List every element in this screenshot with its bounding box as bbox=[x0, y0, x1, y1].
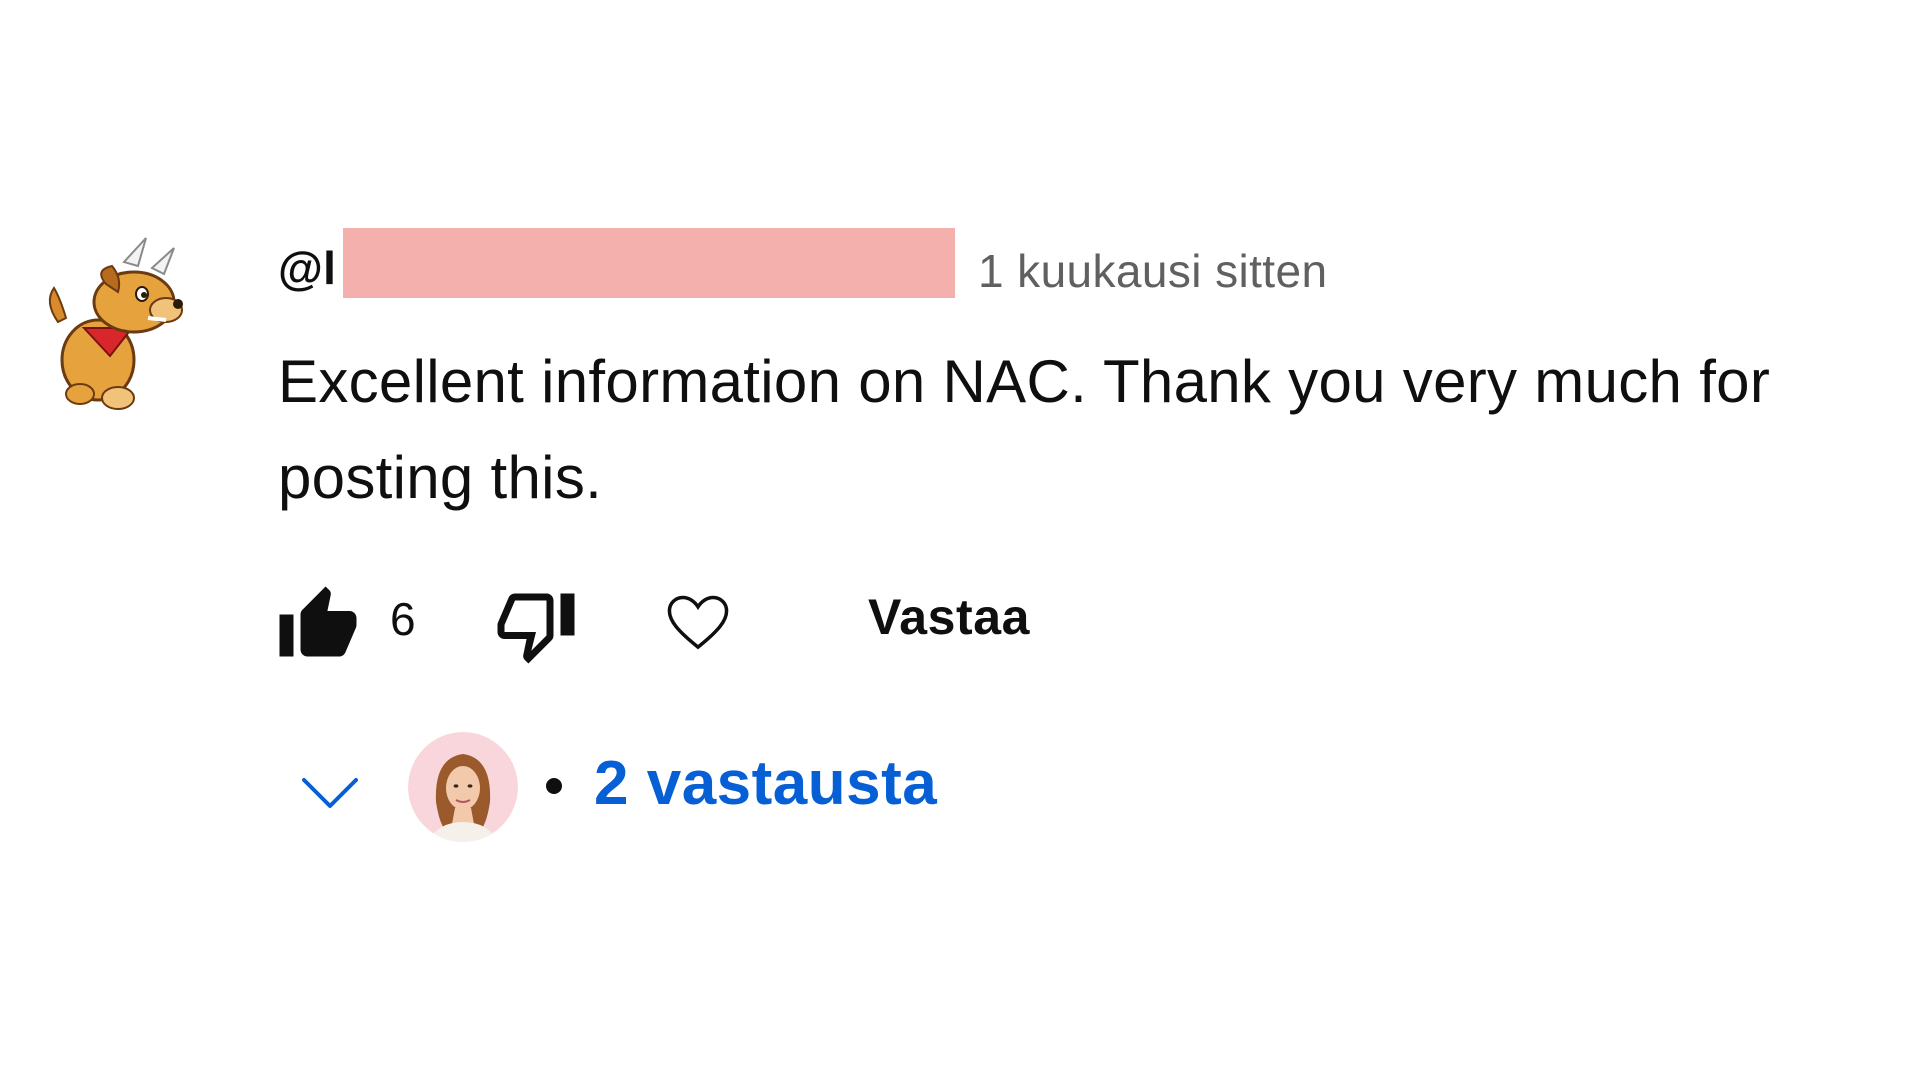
cartoon-dog-icon bbox=[16, 234, 208, 426]
chevron-down-icon bbox=[302, 778, 358, 808]
heart-button[interactable] bbox=[658, 582, 738, 662]
thumbs-up-filled-icon bbox=[279, 586, 357, 657]
comment-timestamp[interactable]: 1 kuukausi sitten bbox=[978, 244, 1327, 298]
replier-avatar[interactable] bbox=[408, 732, 518, 842]
comment-text: Excellent information on NAC. Thank you … bbox=[278, 348, 1771, 511]
author-handle-prefix: @ bbox=[278, 242, 324, 294]
author-handle-initial: l bbox=[323, 242, 337, 294]
author-redaction bbox=[343, 228, 955, 298]
dislike-button[interactable] bbox=[486, 580, 586, 670]
comment-actions: 6 Vastaa bbox=[268, 580, 1268, 680]
author-handle[interactable]: @l bbox=[278, 241, 336, 295]
person-avatar-icon bbox=[408, 732, 518, 842]
heart-outline-icon bbox=[667, 595, 729, 650]
comment-thread: @l 1 kuukausi sitten Excellent informati… bbox=[0, 0, 1920, 1080]
reply-button[interactable]: Vastaa bbox=[868, 588, 1030, 646]
replies-toggle[interactable]: 2 vastausta bbox=[298, 726, 1098, 846]
author-avatar[interactable] bbox=[14, 232, 210, 428]
canvas: @l 1 kuukausi sitten Excellent informati… bbox=[0, 0, 1920, 1080]
comment-header: @l 1 kuukausi sitten bbox=[278, 228, 1327, 298]
thumbs-down-outline-icon bbox=[497, 593, 575, 664]
like-button[interactable] bbox=[268, 580, 368, 670]
separator-dot bbox=[546, 778, 562, 794]
like-count: 6 bbox=[390, 593, 416, 645]
replies-count-link[interactable]: 2 vastausta bbox=[594, 748, 937, 819]
